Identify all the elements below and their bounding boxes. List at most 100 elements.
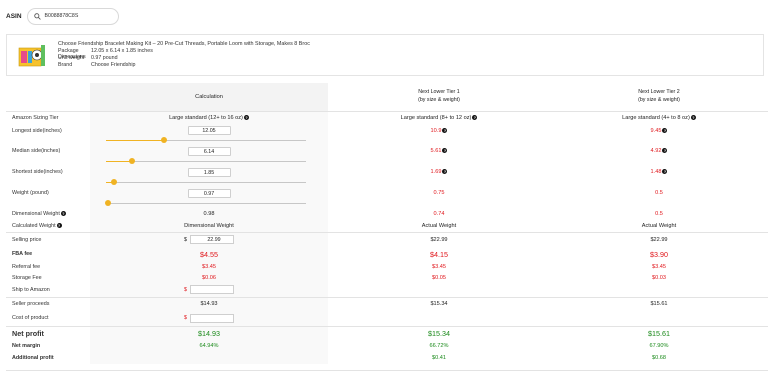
- row-label: Dimensional Weight?: [6, 207, 90, 221]
- help-icon[interactable]: ?: [662, 148, 668, 154]
- help-icon[interactable]: ?: [662, 169, 668, 175]
- help-icon[interactable]: ?: [243, 114, 249, 120]
- shortest-side-input[interactable]: 1.85: [187, 167, 231, 177]
- row-label: Shortest side(inches): [12, 169, 63, 175]
- shortest-t2-text: 1.48: [650, 169, 662, 175]
- referral-fee-calc: $3.45: [90, 261, 328, 272]
- dim-weight-calc: 0.98: [90, 207, 328, 221]
- dim-weight-label: Dimensional Weight: [12, 211, 60, 217]
- seller-proceeds-calc: $14.93: [90, 296, 328, 311]
- slider-thumb[interactable]: [111, 179, 117, 185]
- weight-t1: 0.75: [433, 190, 445, 196]
- table-header-row: Calculation Next Lower Tier 1 (by size &…: [6, 83, 768, 111]
- net-margin-t2: 67.90%: [649, 343, 669, 349]
- row-label: Net profit: [6, 325, 90, 340]
- help-icon[interactable]: ?: [472, 114, 478, 120]
- weight-t2: 0.5: [655, 190, 663, 196]
- slider-thumb[interactable]: [161, 137, 167, 143]
- help-icon[interactable]: ?: [60, 211, 66, 217]
- help-icon[interactable]: ?: [662, 127, 668, 133]
- median-side-slider[interactable]: [106, 158, 306, 165]
- median-t2: 4.92?: [550, 144, 768, 158]
- info-key: Unit weight: [58, 55, 85, 61]
- longest-side-input[interactable]: 12.05: [187, 126, 231, 135]
- row-label: Storage Fee: [12, 274, 42, 281]
- sizing-tier-calc-text: Large standard (12+ to 16 oz): [169, 114, 243, 121]
- asin-search-bar: ASIN B0088878C8S: [6, 7, 119, 25]
- header-tier-1-title: Next Lower Tier 1: [418, 89, 460, 96]
- info-value: Choose Friendship: [91, 62, 136, 68]
- asin-search-input[interactable]: B0088878C8S: [26, 7, 119, 25]
- shortest-t1: 1.69?: [328, 165, 550, 179]
- calc-weight-t1: Actual Weight: [421, 223, 457, 230]
- row-label: Amazon Sizing Tier: [6, 110, 90, 124]
- sizing-tier-t2-text: Large standard (4+ to 8 oz): [622, 114, 690, 121]
- shortest-t1-text: 1.69: [430, 169, 442, 175]
- net-margin-t1: 66.72%: [429, 343, 449, 349]
- net-profit-t1: $15.34: [328, 325, 550, 340]
- selling-price-calc-cell: $22.99: [90, 231, 328, 247]
- median-t1-text: 5.61: [430, 148, 442, 154]
- fee-calculation-table: Calculation Next Lower Tier 1 (by size &…: [6, 83, 768, 364]
- row-label: Additional profit: [12, 355, 54, 361]
- additional-profit-t1: $0.41: [432, 355, 446, 361]
- fba-fee-calc: $4.55: [90, 247, 328, 261]
- weight-input[interactable]: 0.97: [187, 188, 231, 198]
- help-icon[interactable]: ?: [442, 127, 448, 133]
- slider-row: [6, 158, 768, 165]
- storage-fee-t2: $0.03: [652, 274, 666, 281]
- net-profit-t2: $15.61: [550, 325, 768, 340]
- net-margin-calc: 64.94%: [90, 340, 328, 352]
- table-bottom-divider: [6, 370, 768, 371]
- slider-row: [6, 137, 768, 144]
- currency-symbol: $: [184, 315, 187, 322]
- median-t2-text: 4.92: [650, 148, 662, 154]
- referral-fee-t1: $3.45: [432, 263, 446, 270]
- shortest-calc-cell: 1.85: [90, 165, 328, 179]
- table-row: Weight (pound) 0.97 0.75 0.5: [6, 186, 768, 200]
- header-tier-2-title: Next Lower Tier 2: [638, 89, 680, 96]
- longest-side-slider[interactable]: [106, 137, 306, 144]
- storage-fee-calc: $0.06: [90, 272, 328, 283]
- header-calculation: Calculation: [90, 83, 328, 111]
- row-label: Longest side(inches): [12, 127, 62, 134]
- help-icon[interactable]: ?: [442, 169, 448, 175]
- table-row: Net profit $14.93 $15.34 $15.61: [6, 325, 768, 340]
- table-row: Referral fee $3.45 $3.45 $3.45: [6, 261, 768, 272]
- row-label: Median side(inches): [12, 148, 61, 154]
- asin-label: ASIN: [6, 12, 22, 20]
- product-info-row: Brand Choose Friendship: [58, 62, 135, 68]
- calc-weight-t2: Actual Weight: [641, 223, 677, 230]
- ship-to-amazon-input[interactable]: [189, 285, 234, 295]
- table-row: Dimensional Weight? 0.98 0.74 0.5: [6, 207, 768, 221]
- row-label: Seller proceeds: [6, 296, 90, 311]
- help-icon[interactable]: ?: [56, 223, 62, 229]
- table-row: Selling price $22.99 $22.99 $22.99: [6, 231, 768, 247]
- currency-symbol: $: [184, 236, 187, 243]
- header-tier-1: Next Lower Tier 1 (by size & weight): [328, 83, 550, 111]
- table-row: Longest side(inches) 12.05 10.9? 9.45?: [6, 124, 768, 137]
- table-row: Shortest side(inches) 1.85 1.69? 1.48?: [6, 165, 768, 179]
- weight-slider[interactable]: [105, 200, 306, 207]
- slider-thumb[interactable]: [105, 200, 111, 206]
- net-profit-calc: $14.93: [90, 325, 328, 340]
- slider-thumb[interactable]: [129, 158, 135, 164]
- help-icon[interactable]: ?: [442, 148, 448, 154]
- median-side-input[interactable]: 6.14: [187, 146, 231, 156]
- product-image: [18, 45, 45, 67]
- row-label: Calculated Weight?: [6, 221, 90, 232]
- calc-weight-label: Calculated Weight: [12, 223, 56, 230]
- cost-of-product-input[interactable]: [189, 313, 234, 323]
- product-title: Choose Friendship Bracelet Making Kit – …: [58, 41, 310, 47]
- table-row: Additional profit $0.41 $0.68: [6, 352, 768, 364]
- asin-value: B0088878C8S: [44, 13, 79, 19]
- additional-profit-calc: [90, 352, 328, 364]
- selling-price-input[interactable]: 22.99: [189, 235, 234, 245]
- median-calc-cell: 6.14: [90, 144, 328, 158]
- shortest-t2: 1.48?: [550, 165, 768, 179]
- help-icon[interactable]: ?: [690, 114, 696, 120]
- additional-profit-t2: $0.68: [652, 355, 666, 361]
- currency-symbol: $: [184, 286, 187, 293]
- row-label: Selling price: [6, 231, 90, 247]
- shortest-side-slider[interactable]: [106, 179, 306, 186]
